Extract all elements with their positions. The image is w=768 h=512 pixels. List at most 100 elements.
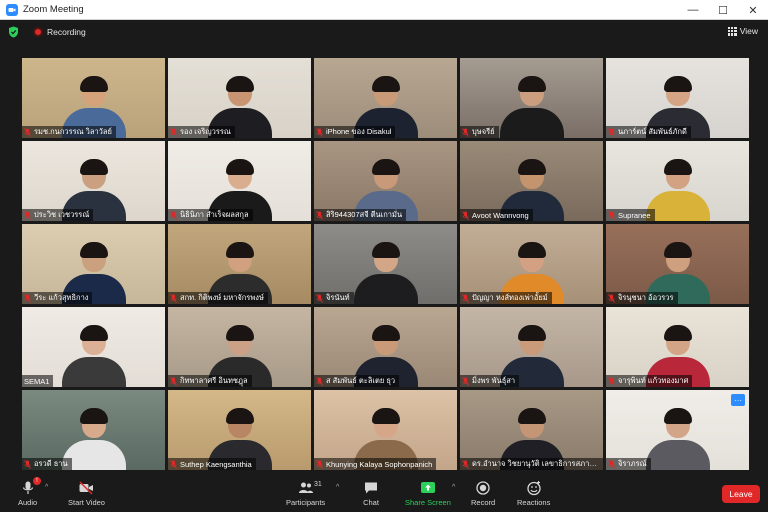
participant-nameplate: Khunying Kalaya Sophonpanich <box>314 458 437 470</box>
participant-tile[interactable]: Khunying Kalaya Sophonpanich <box>314 390 457 470</box>
reactions-icon <box>527 481 541 496</box>
participant-tile[interactable]: ปัญญา หงส์ทองเพ่าอั้ยม์ <box>460 224 603 304</box>
participant-nameplate: ประวิช เวชวรรณ์ <box>22 209 94 221</box>
participant-nameplate: จิราภรณ์ <box>606 458 651 470</box>
participants-count: 31 <box>314 481 322 488</box>
participant-tile[interactable]: กิทพาลาศรี อินทชฎุล <box>168 307 311 387</box>
participant-tile[interactable]: ประวิช เวชวรรณ์ <box>22 141 165 221</box>
chat-button[interactable]: Chat <box>363 480 379 507</box>
participant-name: ดร.อำนาจ วิชยานุวัติ เลขาธิการสภาการ <box>472 459 599 468</box>
close-button[interactable]: ✕ <box>738 0 768 20</box>
participant-name: ปัญญา หงส์ทองเพ่าอั้ยม์ <box>472 293 548 302</box>
participant-video-figure <box>353 242 418 304</box>
audio-label: Audio <box>18 498 38 507</box>
muted-mic-icon <box>170 459 177 469</box>
participant-name: รมช.กนกวรรณ วิลาวัลย์ <box>34 127 112 136</box>
muted-mic-icon <box>316 293 323 303</box>
participant-tile[interactable]: ส สัมพันธ์ ตะลิเตย ธุว <box>314 307 457 387</box>
participant-name: บุษจรีย์ <box>472 127 495 136</box>
muted-mic-icon <box>316 459 323 469</box>
audio-options-caret[interactable]: ^ <box>45 484 48 491</box>
chat-icon <box>365 482 377 494</box>
participant-name: อรวดี ธาน <box>34 459 68 468</box>
muted-mic-icon <box>170 210 177 220</box>
muted-mic-icon <box>608 376 615 386</box>
participant-tile[interactable]: รอง เจริญวรรณ <box>168 58 311 138</box>
participant-tile[interactable]: Supranee <box>606 141 749 221</box>
gallery-view: รมช.กนกวรรณ วิลาวัลย์ รอง เจริญวรรณ iPhone… <box>22 58 749 474</box>
participant-tile[interactable]: iPhone ของ Disakul <box>314 58 457 138</box>
participant-tile[interactable]: อรวดี ธาน <box>22 390 165 470</box>
participant-name: ประวิช เวชวรรณ์ <box>34 210 90 219</box>
window-controls: — ☐ ✕ <box>678 0 768 20</box>
participant-name: รอง เจริญวรรณ <box>180 127 231 136</box>
participant-nameplate: อรวดี ธาน <box>22 458 72 470</box>
grid-view-icon <box>727 26 737 36</box>
participant-tile[interactable]: SEMA1 <box>22 307 165 387</box>
participant-tile[interactable]: วีระ แก้วสุทธิกาง <box>22 224 165 304</box>
minimize-button[interactable]: — <box>678 0 708 20</box>
participant-name: วีระ แก้วสุทธิกาง <box>34 293 89 302</box>
participant-tile[interactable]: จิรนุชนา อ้อวรวร <box>606 224 749 304</box>
participant-tile[interactable]: รมช.กนกวรรณ วิลาวัลย์ <box>22 58 165 138</box>
muted-mic-icon <box>608 459 615 469</box>
zoom-app-icon <box>6 3 18 16</box>
security-shield-icon[interactable] <box>8 26 19 38</box>
participant-name: SEMA1 <box>24 376 50 386</box>
leave-button[interactable]: Leave <box>722 485 760 503</box>
muted-mic-icon <box>608 293 615 303</box>
share-options-caret[interactable]: ^ <box>452 484 455 491</box>
participant-video-figure <box>499 76 564 138</box>
muted-mic-icon <box>316 210 323 220</box>
recording-label: Recording <box>47 27 86 37</box>
participant-video-figure <box>645 408 710 470</box>
participant-nameplate: นิธินิภา สำเร็จผลสกุล <box>168 209 253 221</box>
share-screen-button[interactable]: Share Screen <box>405 480 451 507</box>
participant-video-figure <box>61 325 126 387</box>
participant-tile[interactable]: บุษจรีย์ <box>460 58 603 138</box>
reactions-button[interactable]: Reactions <box>517 480 550 507</box>
muted-mic-icon <box>462 376 469 386</box>
participant-name: จารุพินท์ แก้วทองมาศ <box>618 376 689 385</box>
participant-tile[interactable]: Suthep Kaengsanthia <box>168 390 311 470</box>
muted-mic-icon <box>24 127 31 137</box>
participant-tile[interactable]: จิราภรณ์ ··· <box>606 390 749 470</box>
recording-dot-icon <box>33 27 43 37</box>
participant-tile[interactable]: จารุพินท์ แก้วทองมาศ <box>606 307 749 387</box>
muted-mic-icon <box>24 459 31 469</box>
meeting-topbar: Recording View <box>0 20 768 44</box>
participant-nameplate: สิริ944307สจี ตีนเกามั่น <box>314 209 407 221</box>
more-options-button[interactable]: ··· <box>731 394 745 406</box>
participant-nameplate: ปัญญา หงส์ทองเพ่าอั้ยม์ <box>460 292 552 304</box>
muted-mic-icon <box>462 210 469 220</box>
participant-nameplate: วีระ แก้วสุทธิกาง <box>22 292 93 304</box>
muted-mic-icon <box>316 127 323 137</box>
participant-name: Khunying Kalaya Sophonpanich <box>326 459 433 469</box>
participant-tile[interactable]: มิ่งพร พันธุ์สา <box>460 307 603 387</box>
view-button[interactable]: View <box>727 26 758 36</box>
participant-tile[interactable]: นิธินิภา สำเร็จผลสกุล <box>168 141 311 221</box>
record-button[interactable]: Record <box>471 480 495 507</box>
participant-tile[interactable]: สิริ944307สจี ตีนเกามั่น <box>314 141 457 221</box>
participant-tile[interactable]: นภาร์ตน์ สัมพันธ์ภักดี <box>606 58 749 138</box>
participant-name: จิรนันท์ <box>326 293 350 302</box>
start-video-button[interactable]: Start Video <box>68 480 105 507</box>
participant-name: Supranee <box>618 210 651 220</box>
participant-name: สิริ944307สจี ตีนเกามั่น <box>326 210 403 219</box>
maximize-button[interactable]: ☐ <box>708 0 738 20</box>
share-screen-label: Share Screen <box>405 498 451 507</box>
muted-mic-icon <box>462 127 469 137</box>
participant-tile[interactable]: สกท. กิติพงษ์ มหาจักรพงษ์ <box>168 224 311 304</box>
participant-nameplate: รมช.กนกวรรณ วิลาวัลย์ <box>22 126 116 138</box>
muted-mic-icon <box>24 293 31 303</box>
participant-nameplate: รอง เจริญวรรณ <box>168 126 235 138</box>
participant-tile[interactable]: ดร.อำนาจ วิชยานุวัติ เลขาธิการสภาการ <box>460 390 603 470</box>
participant-tile[interactable]: จิรนันท์ <box>314 224 457 304</box>
start-video-label: Start Video <box>68 498 105 507</box>
video-off-icon <box>79 481 94 495</box>
participant-nameplate: กิทพาลาศรี อินทชฎุล <box>168 375 252 387</box>
participant-tile[interactable]: Avoot Wannvong <box>460 141 603 221</box>
participant-nameplate: Supranee <box>606 209 655 221</box>
participants-options-caret[interactable]: ^ <box>336 484 339 491</box>
participant-name: กิทพาลาศรี อินทชฎุล <box>180 376 248 385</box>
